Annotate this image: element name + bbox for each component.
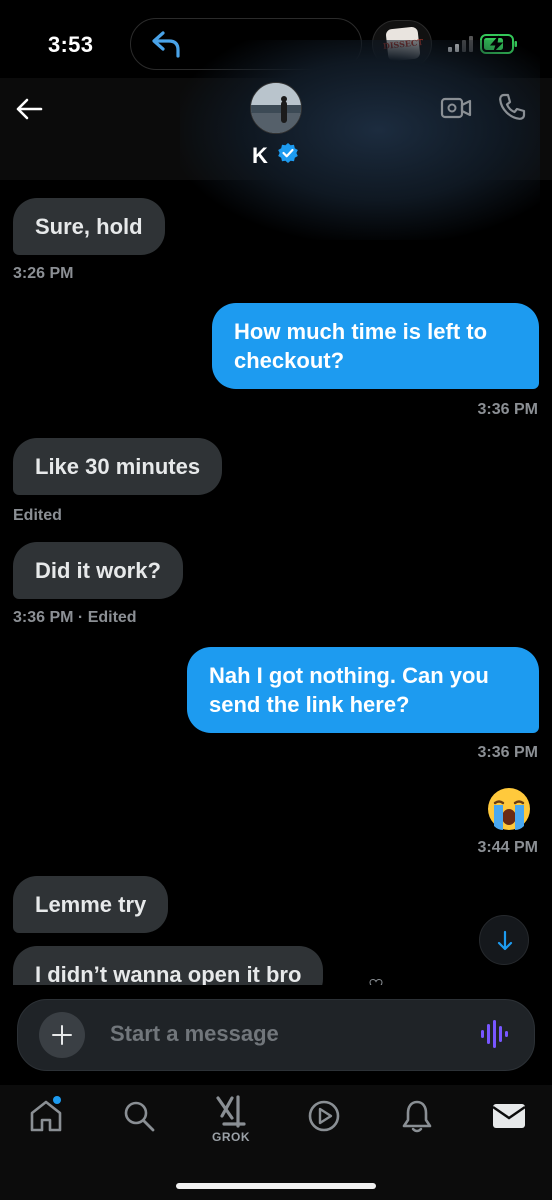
video-play-icon[interactable] <box>306 1098 342 1134</box>
notifications-bell-icon[interactable] <box>399 1098 435 1134</box>
messages-envelope-icon[interactable] <box>491 1098 527 1134</box>
message-bubble-incoming[interactable]: Like 30 minutes <box>13 438 223 495</box>
home-notification-dot <box>53 1096 61 1104</box>
message-bubble-incoming[interactable]: Lemme try <box>13 876 169 933</box>
search-icon[interactable] <box>121 1098 157 1134</box>
message-bubble-outgoing[interactable]: How much time is left to checkout? <box>212 303 539 389</box>
message-timestamp: 3:44 PM <box>477 839 538 856</box>
message-timestamp: 3:36 PM · Edited <box>13 609 137 626</box>
message-bubble-outgoing[interactable]: Nah I got nothing. Can you send the link… <box>187 647 539 733</box>
back-to-app-icon[interactable] <box>149 29 183 59</box>
verified-badge-icon <box>278 143 298 163</box>
message-edited-label: Edited <box>13 507 62 524</box>
message-clip-area: I didn’t wanna open it bro <box>0 946 552 985</box>
video-call-icon[interactable] <box>440 94 472 122</box>
message-timestamp: 3:36 PM <box>477 401 538 418</box>
grok-tab-label: GROK <box>212 1130 250 1144</box>
message-bubble-incoming[interactable]: I didn’t wanna open it bro <box>13 946 324 985</box>
home-indicator[interactable] <box>176 1183 376 1189</box>
message-bubble-incoming[interactable]: Did it work? <box>13 542 183 599</box>
header-background <box>180 40 540 240</box>
plus-icon <box>52 1025 72 1045</box>
contact-name[interactable]: K <box>252 143 268 169</box>
message-timestamp: 3:36 PM <box>477 744 538 761</box>
status-time: 3:53 <box>48 32 94 57</box>
message-timestamp: 3:26 PM <box>13 265 74 282</box>
phone-call-icon[interactable] <box>497 92 527 122</box>
arrow-down-icon <box>497 930 513 951</box>
scroll-to-bottom-button[interactable] <box>479 915 529 965</box>
message-input-placeholder[interactable]: Start a message <box>110 1021 279 1047</box>
crying-face-emoji[interactable] <box>486 786 532 832</box>
avatar-photo <box>251 83 301 133</box>
add-attachment-button[interactable] <box>39 1012 85 1058</box>
message-bubble-incoming[interactable]: Sure, hold <box>13 198 165 255</box>
voice-message-icon[interactable] <box>480 1018 510 1050</box>
back-arrow-icon[interactable] <box>14 94 44 124</box>
contact-avatar[interactable] <box>250 82 302 134</box>
grok-icon[interactable] <box>214 1094 250 1130</box>
